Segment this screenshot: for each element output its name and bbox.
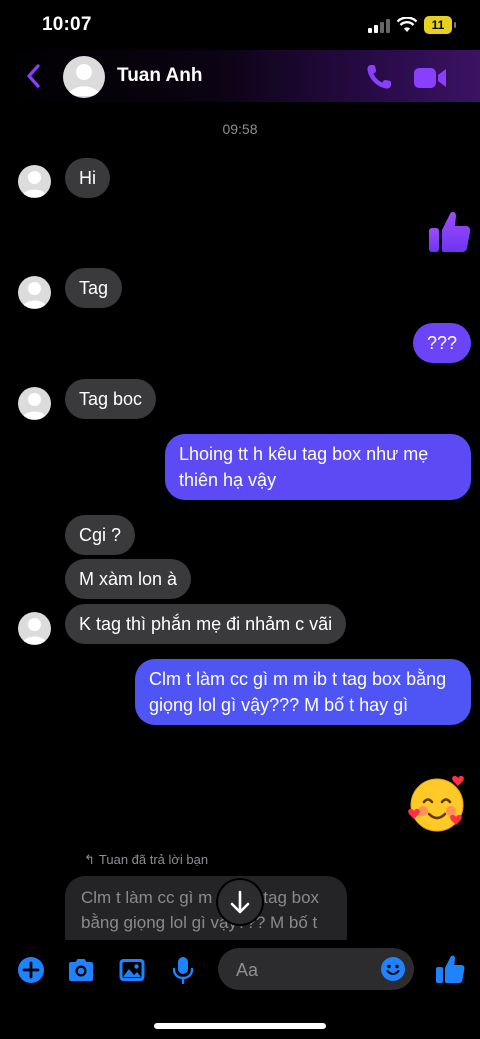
scroll-to-bottom-button[interactable] <box>218 880 262 924</box>
video-camera-icon[interactable] <box>412 64 448 92</box>
image-gallery-icon[interactable] <box>117 955 147 985</box>
phone-icon[interactable] <box>364 62 394 92</box>
message-input[interactable] <box>234 948 378 992</box>
arrow-down-icon <box>230 890 250 914</box>
battery-tip <box>454 22 456 28</box>
like-button-icon[interactable] <box>434 953 466 985</box>
sender-avatar[interactable] <box>18 165 51 198</box>
outgoing-message[interactable]: Clm t làm cc gì m m ib t tag box bằng gi… <box>135 659 471 725</box>
smiling-face-with-hearts-icon[interactable] <box>406 773 468 835</box>
message-input-container[interactable] <box>218 948 414 992</box>
reply-note-text: Tuan đã trả lời bạn <box>98 852 209 867</box>
outgoing-message[interactable]: Lhoing tt h kêu tag box như mẹ thiên hạ … <box>165 434 471 500</box>
incoming-message[interactable]: Hi <box>65 158 110 198</box>
status-time: 10:07 <box>42 14 92 35</box>
plus-icon[interactable] <box>16 955 46 985</box>
message-composer <box>0 940 480 1000</box>
incoming-message[interactable]: Tag boc <box>65 379 157 419</box>
battery-icon: 11 <box>424 16 452 34</box>
contact-name[interactable]: Tuan Anh <box>117 65 202 87</box>
camera-icon[interactable] <box>66 955 96 985</box>
incoming-message[interactable]: Cgi ? <box>65 515 136 555</box>
status-bar: 10:07 11 <box>0 0 480 50</box>
sender-avatar[interactable] <box>18 387 51 420</box>
thumbs-up-icon[interactable] <box>427 208 471 254</box>
reply-arrow-icon: ↰ <box>84 852 95 867</box>
emoji-icon[interactable] <box>380 956 406 982</box>
back-icon[interactable] <box>20 60 48 92</box>
contact-avatar[interactable] <box>63 56 105 98</box>
incoming-message[interactable]: K tag thì phắn mẹ đi nhảm c vãi <box>65 604 347 644</box>
incoming-message[interactable]: Tag <box>65 268 123 308</box>
home-indicator[interactable] <box>154 1023 326 1029</box>
chat-header: Tuan Anh <box>0 50 480 102</box>
outgoing-message[interactable]: ??? <box>412 323 471 363</box>
sender-avatar[interactable] <box>18 276 51 309</box>
message-timestamp: 09:58 <box>222 121 258 137</box>
reply-indicator: ↰ Tuan đã trả lời bạn <box>84 852 208 868</box>
sender-avatar[interactable] <box>18 612 51 645</box>
cellular-signal-icon <box>368 19 392 33</box>
incoming-message[interactable]: M xàm lon à <box>65 559 192 599</box>
wifi-icon <box>397 17 417 32</box>
microphone-icon[interactable] <box>168 955 198 985</box>
